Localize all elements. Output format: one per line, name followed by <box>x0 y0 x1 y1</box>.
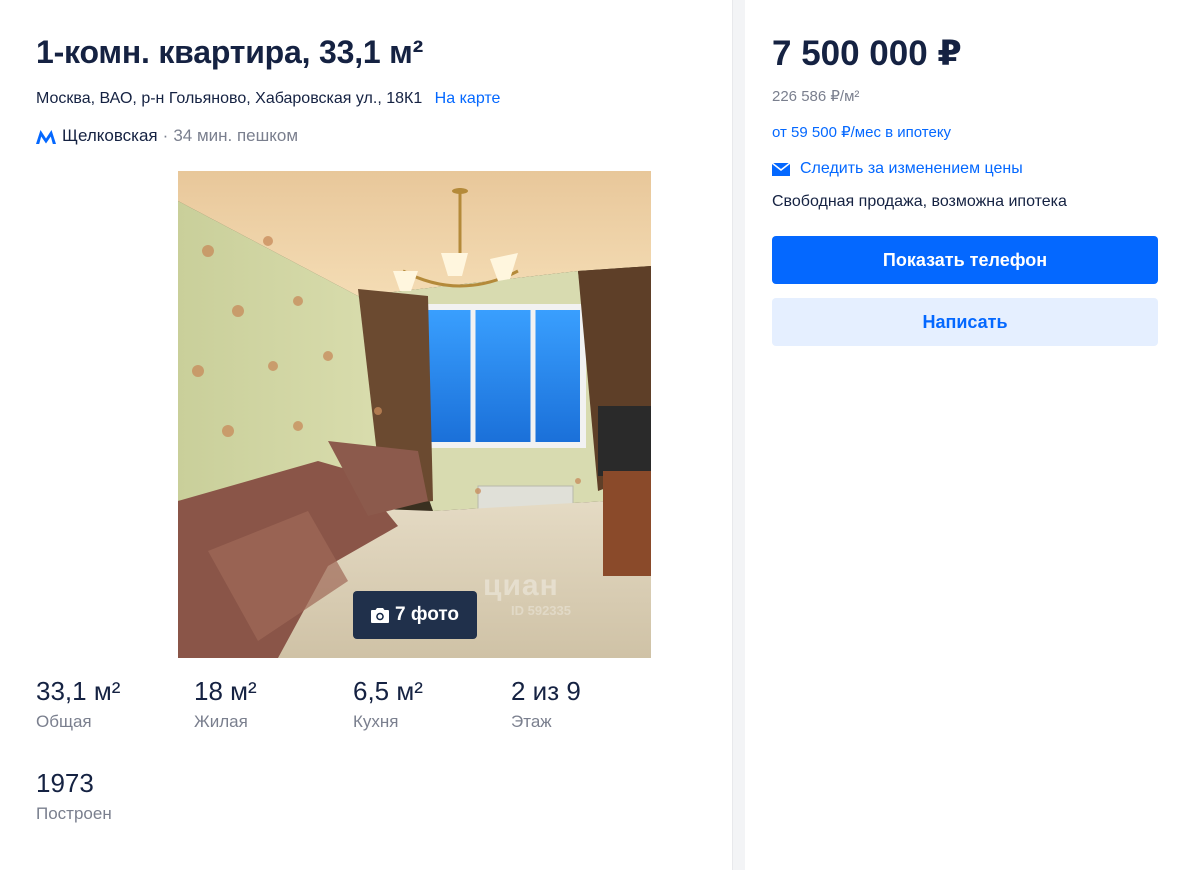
sale-type: Свободная продажа, возможна ипотека <box>772 193 1067 210</box>
metro-icon <box>36 129 56 144</box>
metro-info: Щелковская · 34 мин. пешком <box>36 126 298 146</box>
listing-title: 1-комн. квартира, 33,1 м² <box>36 34 424 70</box>
fact-label: Кухня <box>353 712 399 731</box>
price: 7 500 000 ₽ <box>772 34 962 73</box>
fact-label: Жилая <box>194 712 248 731</box>
metro-walk-time: 34 мин. пешком <box>173 126 299 145</box>
track-price-label: Следить за изменением цены <box>800 160 1023 177</box>
write-message-button[interactable]: Написать <box>772 298 1158 346</box>
fact-value: 33,1 м² <box>36 676 121 706</box>
fact-kitchen-area: 6,5 м² Кухня <box>353 676 503 732</box>
photo-count-label: 7 фото <box>394 604 459 625</box>
show-phone-button[interactable]: Показать телефон <box>772 236 1158 284</box>
fact-value: 2 из 9 <box>511 676 581 706</box>
fact-label: Этаж <box>511 712 552 731</box>
room-photo-illustration <box>178 171 651 658</box>
listing-main: 1-комн. квартира, 33,1 м² Москва, ВАО, р… <box>0 0 732 870</box>
metro-separator: · <box>162 126 169 145</box>
photo-count-button[interactable]: 7 фото <box>353 591 477 639</box>
fact-floor: 2 из 9 Этаж <box>511 676 661 732</box>
column-divider <box>732 0 745 870</box>
photo-watermark-id: ID 592335 <box>511 603 571 618</box>
price-per-square-meter: 226 586 ₽/м² <box>772 88 860 105</box>
mortgage-link[interactable]: от 59 500 ₽/мес в ипотеку <box>772 123 951 141</box>
address-text: Москва, ВАО, р-н Гольяново, Хабаровская … <box>36 90 423 107</box>
fact-value: 6,5 м² <box>353 676 423 706</box>
photo-watermark: циан <box>483 569 559 602</box>
listing-address: Москва, ВАО, р-н Гольяново, Хабаровская … <box>36 90 500 108</box>
fact-value: 18 м² <box>194 676 257 706</box>
fact-living-area: 18 м² Жилая <box>194 676 344 732</box>
metro-station: Щелковская <box>62 126 158 145</box>
fact-value: 1973 <box>36 768 94 798</box>
fact-total-area: 33,1 м² Общая <box>36 676 186 732</box>
track-price-link[interactable]: Следить за изменением цены <box>771 160 1023 178</box>
listing-photo[interactable]: циан ID 592335 7 фото <box>178 171 651 658</box>
fact-label: Общая <box>36 712 92 731</box>
map-link[interactable]: На карте <box>435 90 501 107</box>
fact-year-built: 1973 Построен <box>36 768 186 824</box>
envelope-icon <box>771 161 791 176</box>
camera-icon <box>370 607 389 623</box>
fact-label: Построен <box>36 804 112 823</box>
